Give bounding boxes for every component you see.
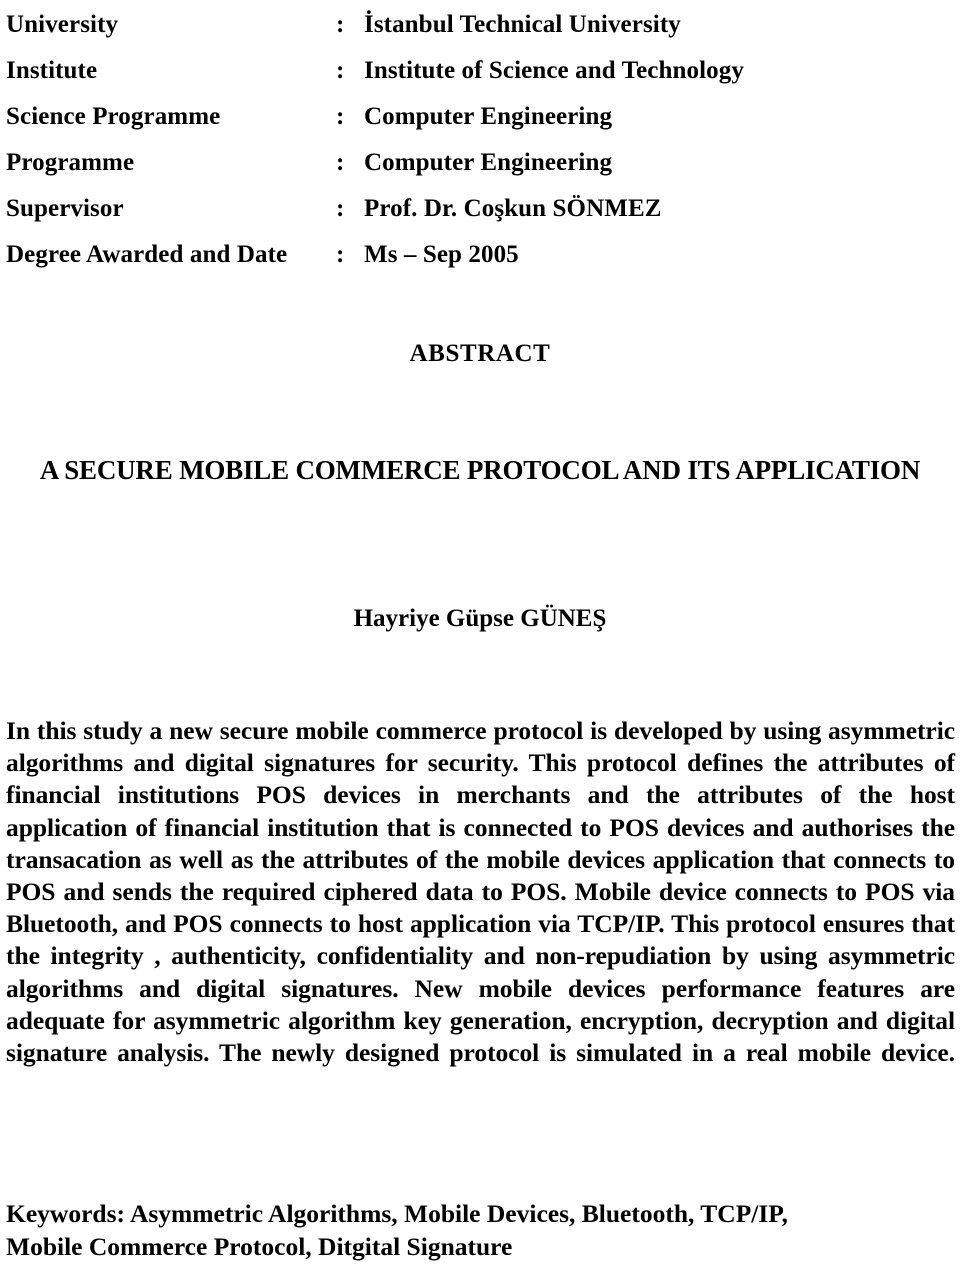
abstract-heading: ABSTRACT (409, 340, 551, 367)
metadata-separator-supervisor: : (336, 195, 345, 222)
metadata-label-programme: Programme (6, 149, 135, 176)
metadata-value-science-programme: Computer Engineering (364, 103, 613, 130)
metadata-separator-degree-awarded-and-date: : (336, 241, 345, 268)
abstract-page: University : İstanbul Technical Universi… (0, 0, 960, 1265)
metadata-value-institute: Institute of Science and Technology (364, 57, 744, 84)
metadata-separator-programme: : (336, 149, 345, 176)
thesis-metadata-block: University : İstanbul Technical Universi… (6, 2, 954, 278)
thesis-title: A SECURE MOBILE COMMERCE PROTOCOL AND IT… (39, 455, 921, 485)
metadata-value-university: İstanbul Technical University (364, 11, 681, 38)
keywords-line-2: Mobile Commerce Protocol, Ditgital Signa… (6, 1231, 513, 1261)
metadata-row-institute: Institute : Institute of Science and Tec… (6, 48, 954, 94)
abstract-body-paragraph: In this study a new secure mobile commer… (6, 716, 955, 1068)
metadata-label-degree-awarded-and-date: Degree Awarded and Date (6, 241, 288, 268)
metadata-row-programme: Programme : Computer Engineering (6, 140, 954, 186)
metadata-value-programme: Computer Engineering (364, 149, 613, 176)
metadata-separator-science-programme: : (336, 103, 345, 130)
metadata-row-university: University : İstanbul Technical Universi… (6, 2, 954, 48)
metadata-row-supervisor: Supervisor : Prof. Dr. Coşkun SÖNMEZ (6, 186, 954, 232)
metadata-label-supervisor: Supervisor (6, 195, 124, 222)
metadata-separator-institute: : (336, 57, 345, 84)
metadata-value-degree-awarded-and-date: Ms – Sep 2005 (364, 241, 519, 268)
keywords-block: Keywords: Asymmetric Algorithms, Mobile … (6, 1198, 955, 1263)
metadata-label-institute: Institute (6, 57, 98, 84)
keywords-line-1: Keywords: Asymmetric Algorithms, Mobile … (6, 1199, 788, 1228)
metadata-row-science-programme: Science Programme : Computer Engineering (6, 94, 954, 140)
metadata-label-science-programme: Science Programme (6, 103, 221, 130)
metadata-row-degree-awarded-and-date: Degree Awarded and Date : Ms – Sep 2005 (6, 232, 954, 278)
metadata-separator-university: : (336, 11, 345, 38)
author-name: Hayriye Güpse GÜNEŞ (353, 605, 607, 632)
metadata-label-university: University (6, 11, 119, 38)
metadata-value-supervisor: Prof. Dr. Coşkun SÖNMEZ (364, 195, 662, 222)
